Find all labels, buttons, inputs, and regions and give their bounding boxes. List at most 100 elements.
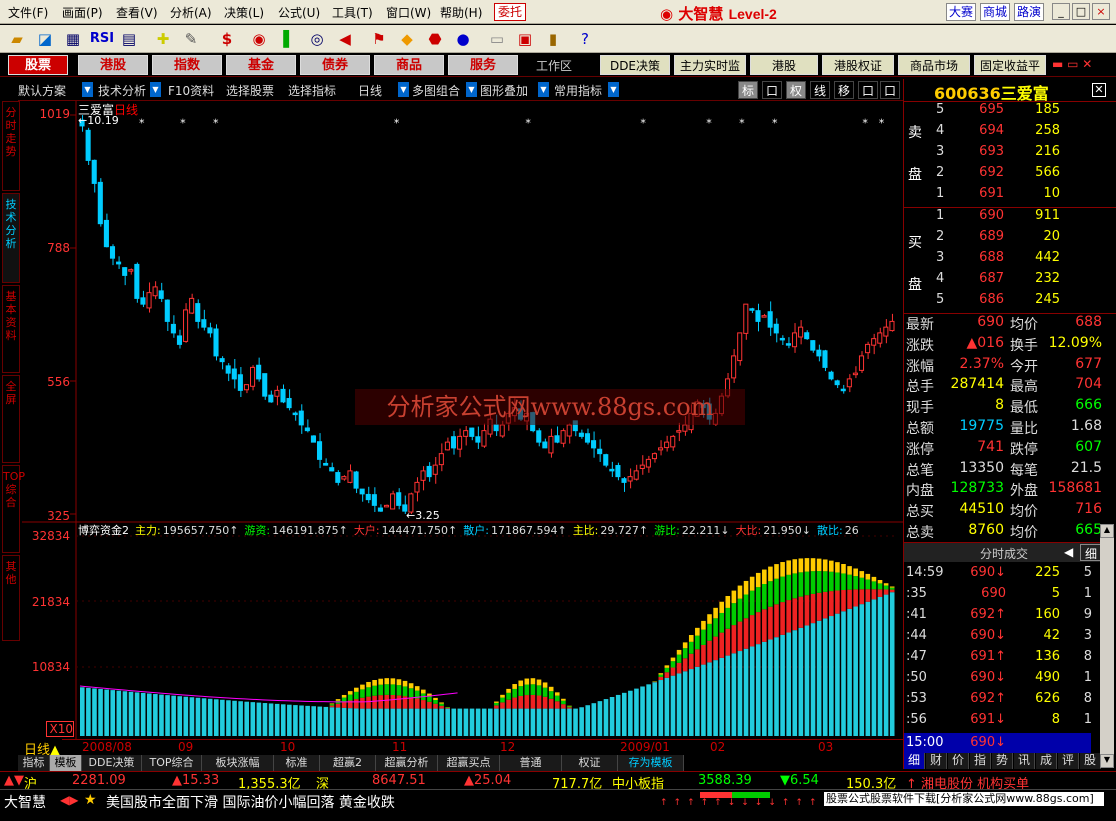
tab-other[interactable]: 其他: [2, 555, 20, 641]
mall-link[interactable]: 商城: [980, 3, 1010, 21]
news-headline[interactable]: 美国股市全面下滑 国际油价小幅回落 黄金收跌: [106, 792, 395, 812]
scroll-up-icon[interactable]: ▲: [1100, 524, 1114, 538]
panel-tab[interactable]: 评: [1058, 753, 1079, 769]
sell-level-row[interactable]: 3 693 216: [904, 144, 1114, 165]
tab-fixed-income[interactable]: 固定收益平台: [974, 55, 1046, 93]
buy-level-row[interactable]: 2 689 20: [904, 229, 1114, 250]
tab-template[interactable]: 模板: [50, 755, 82, 771]
tick-row[interactable]: :35 690 5 1: [904, 586, 1114, 608]
menu-view[interactable]: 查看(V): [116, 4, 158, 21]
line-toggle[interactable]: 线: [810, 81, 830, 99]
sell-level-row[interactable]: 1 691 10: [904, 186, 1114, 207]
quote-table-icon[interactable]: ▦: [62, 28, 84, 50]
tab-sector[interactable]: 板块涨幅: [202, 755, 274, 771]
entrust-button[interactable]: 委托: [494, 3, 526, 21]
tab-hk-stocks[interactable]: 港股: [78, 55, 148, 75]
binoculars-icon[interactable]: ◎: [306, 28, 328, 50]
rights-toggle[interactable]: 权: [786, 81, 806, 99]
panel-tab[interactable]: 细: [904, 753, 925, 769]
buy-level-row[interactable]: 5 686 245: [904, 292, 1114, 313]
common-indicators-menu[interactable]: 常用指标: [554, 82, 602, 99]
chevron-down-icon[interactable]: ▼: [466, 82, 477, 97]
contest-link[interactable]: 大赛: [946, 3, 976, 21]
tab-fundamentals[interactable]: 基本资料: [2, 285, 20, 373]
restore-icon[interactable]: ▬ ▭ ✕: [1052, 57, 1092, 71]
menu-decision[interactable]: 决策(L): [224, 4, 264, 21]
tech-analysis-menu[interactable]: 技术分析: [98, 82, 146, 99]
zoom-in-icon[interactable]: 口: [858, 81, 878, 99]
save-template-button[interactable]: 存为模板: [618, 755, 684, 771]
move-toggle[interactable]: 移: [834, 81, 854, 99]
minimize-button[interactable]: _: [1052, 3, 1070, 20]
grid-icon[interactable]: ▤: [118, 28, 140, 50]
panel-tab[interactable]: 财: [926, 753, 947, 769]
tick-row[interactable]: :50 690↓ 490 1: [904, 670, 1114, 692]
tab-normal[interactable]: 普通: [500, 755, 562, 771]
tab-commodity-market[interactable]: 商品市场: [898, 55, 970, 75]
mark-toggle[interactable]: 标: [738, 81, 758, 99]
calendar-icon[interactable]: ▣: [514, 28, 536, 50]
line-chart-icon[interactable]: ◪: [34, 28, 56, 50]
open-folder-icon[interactable]: ▰: [6, 28, 28, 50]
crosshair-toggle[interactable]: 口: [762, 81, 782, 99]
tab-hk-warrants[interactable]: 港股权证: [822, 55, 894, 75]
chart-area[interactable]: ⁎ ⁎ ⁎ ⁎ ⁎ ⁎ ⁎ ⁎ ⁎ ⁎ ⁎ 三爱富日线 1019 788 556 325 32834…: [22, 101, 903, 741]
roadshow-link[interactable]: 路演: [1014, 3, 1044, 21]
megaphone-icon[interactable]: ◀: [334, 28, 356, 50]
default-scheme-menu[interactable]: 默认方案: [18, 82, 66, 99]
panel-tab[interactable]: 指: [970, 753, 991, 769]
maximize-button[interactable]: □: [1072, 3, 1090, 20]
tab-hk-secondary[interactable]: 港股: [750, 55, 818, 75]
menu-help[interactable]: 帮助(H): [440, 4, 482, 21]
panel-tab[interactable]: 讯: [1014, 753, 1035, 769]
menu-tools[interactable]: 工具(T): [332, 4, 373, 21]
menu-analysis[interactable]: 分析(A): [170, 4, 212, 21]
tick-row[interactable]: :53 692↑ 626 8: [904, 691, 1114, 713]
overlay-menu[interactable]: 图形叠加: [480, 82, 528, 99]
bar-signal-icon[interactable]: ▌: [278, 28, 300, 50]
rsi-icon[interactable]: RSI: [88, 28, 116, 50]
menu-file[interactable]: 文件(F): [8, 4, 48, 21]
tab-chaoying2[interactable]: 超赢2: [320, 755, 376, 771]
sell-level-row[interactable]: 5 695 185: [904, 102, 1114, 123]
menu-formula[interactable]: 公式(U): [278, 4, 320, 21]
tab-commodities[interactable]: 商品: [374, 55, 444, 75]
crosshair-icon[interactable]: ✚: [152, 28, 174, 50]
buy-level-row[interactable]: 4 687 232: [904, 271, 1114, 292]
tick-back-icon[interactable]: ◀: [1064, 545, 1073, 559]
tab-services[interactable]: 服务: [448, 55, 518, 75]
diamond-icon[interactable]: ◆: [396, 28, 418, 50]
panel-tab[interactable]: 成: [1036, 753, 1057, 769]
news-nav-icon[interactable]: ◀▶: [60, 793, 78, 807]
disc-icon[interactable]: ●: [452, 28, 474, 50]
traffic-light-icon[interactable]: ◉: [248, 28, 270, 50]
close-button[interactable]: ×: [1092, 3, 1110, 20]
chevron-down-icon[interactable]: ▼: [608, 82, 619, 97]
tab-top-composite[interactable]: TOP综合: [2, 465, 25, 553]
tick-row[interactable]: :56 691↓ 8 1: [904, 712, 1114, 734]
tab-standard[interactable]: 标准: [274, 755, 320, 771]
ruler-icon[interactable]: ✎: [180, 28, 202, 50]
chevron-down-icon[interactable]: ▼: [398, 82, 409, 97]
select-stock-menu[interactable]: 选择股票: [226, 82, 274, 99]
tab-dde-decision[interactable]: DDE决策: [600, 55, 670, 75]
panel-tab[interactable]: 势: [992, 753, 1013, 769]
multi-chart-menu[interactable]: 多图组合: [412, 82, 460, 99]
buy-level-row[interactable]: 3 688 442: [904, 250, 1114, 271]
notepad-icon[interactable]: ▭: [486, 28, 508, 50]
tick-row[interactable]: :44 690↓ 42 3: [904, 628, 1114, 650]
tab-indicator[interactable]: 指标: [18, 755, 50, 771]
tab-dde[interactable]: DDE决策: [82, 755, 142, 771]
menu-view-page[interactable]: 画面(P): [62, 4, 103, 21]
tab-stocks[interactable]: 股票: [8, 55, 68, 75]
tick-scrollbar[interactable]: ▲ ▼: [1100, 524, 1114, 768]
buy-level-row[interactable]: 1 690 911: [904, 208, 1114, 229]
chevron-down-icon[interactable]: ▼: [538, 82, 549, 97]
tick-row[interactable]: :47 691↑ 136 8: [904, 649, 1114, 671]
tab-chaoying-buy[interactable]: 超赢买点: [438, 755, 500, 771]
tab-top[interactable]: TOP综合: [142, 755, 202, 771]
scroll-down-icon[interactable]: ▼: [1100, 754, 1114, 768]
ad-banner[interactable]: 股票公式股票软件下载[分析家公式网www.88gs.com]: [824, 792, 1104, 806]
tab-tech-analysis[interactable]: 技术分析: [2, 193, 20, 283]
sell-level-row[interactable]: 2 692 566: [904, 165, 1114, 186]
